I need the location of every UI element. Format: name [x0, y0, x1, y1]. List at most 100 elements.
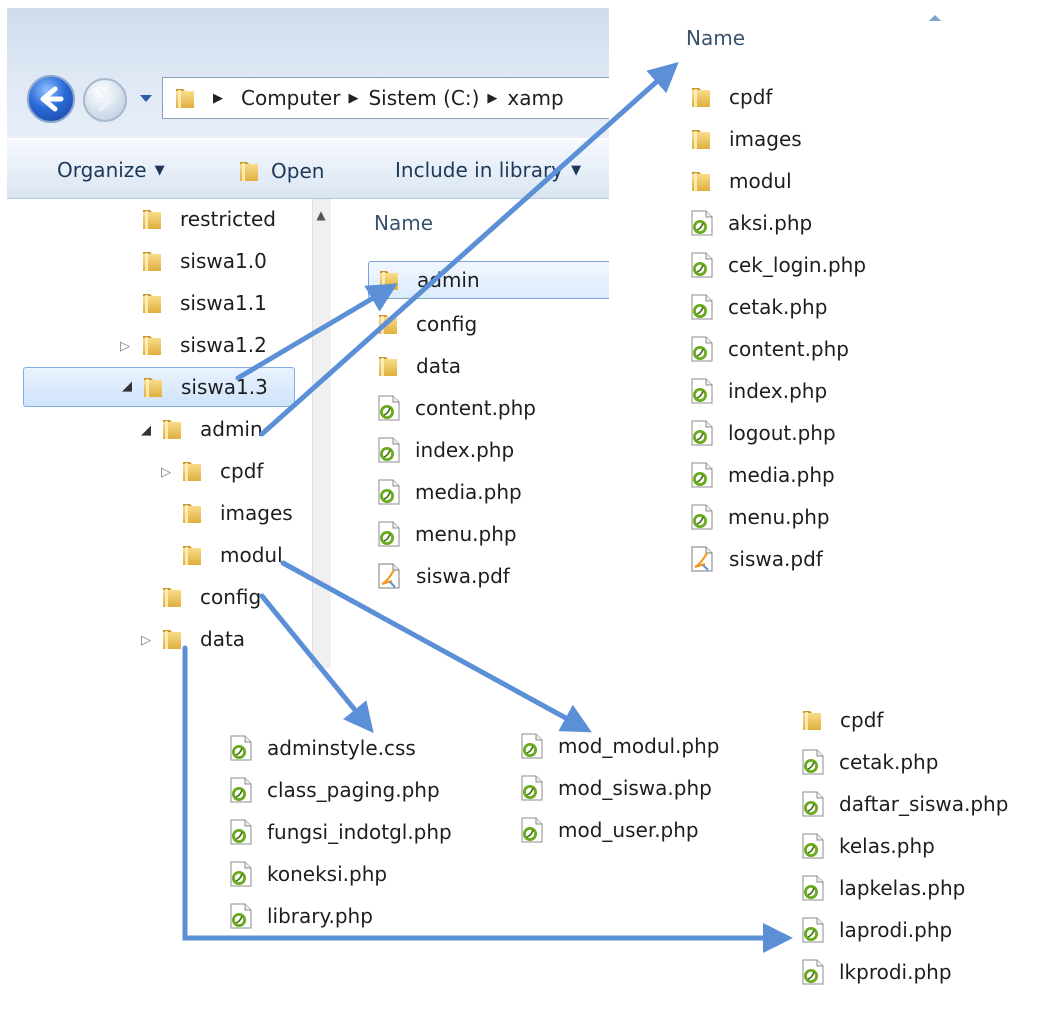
- php-file-icon: [229, 861, 253, 887]
- tree-item-siswa1-2[interactable]: siswa1.2: [140, 327, 267, 363]
- php-file-icon: [801, 917, 825, 943]
- data-item-label: daftar_siswa.php: [839, 792, 1009, 816]
- expand-arrow-icon[interactable]: ▷: [141, 633, 151, 648]
- file-item-label: content.php: [415, 396, 536, 420]
- admin-item-images[interactable]: images: [689, 121, 802, 157]
- data-item-lkprodi-php[interactable]: lkprodi.php: [801, 954, 952, 990]
- folder-icon: [141, 374, 167, 400]
- tree-item-siswa1-3[interactable]: ◢ siswa1.3: [23, 367, 295, 407]
- data-item-cpdf[interactable]: cpdf: [800, 702, 883, 738]
- data-item-laprodi-php[interactable]: laprodi.php: [801, 912, 952, 948]
- tree-item-data[interactable]: data: [160, 621, 245, 657]
- php-file-icon: [229, 777, 253, 803]
- scroll-up-icon[interactable]: ▲: [312, 208, 330, 224]
- php-file-icon: [520, 817, 544, 843]
- name-column-header[interactable]: Name: [374, 211, 433, 235]
- navigation-bar: ▶ Computer ▶ Sistem (C:) ▶ xamp: [7, 8, 609, 138]
- collapse-arrow-icon[interactable]: ◢: [122, 379, 132, 394]
- tree-item-modul[interactable]: modul: [180, 537, 283, 573]
- file-item-admin[interactable]: admin: [368, 261, 609, 299]
- folder-icon: [180, 500, 206, 526]
- include-in-library-button[interactable]: Include in library ▼: [395, 158, 581, 182]
- file-item-content-php[interactable]: content.php: [377, 389, 536, 427]
- tree-item-siswa1-0[interactable]: siswa1.0: [140, 243, 267, 279]
- folder-icon: [376, 353, 402, 379]
- tree-item-label: config: [200, 585, 262, 609]
- admin-item-siswa-pdf[interactable]: siswa.pdf: [689, 541, 823, 577]
- config-item-koneksi-php[interactable]: koneksi.php: [229, 856, 387, 892]
- config-item-class-paging-php[interactable]: class_paging.php: [229, 772, 440, 808]
- modul-item-mod-modul-php[interactable]: mod_modul.php: [520, 728, 719, 764]
- modul-folder-panel: mod_modul.php mod_siswa.php mod_user.php: [512, 716, 750, 862]
- config-item-fungsi-indotgl-php[interactable]: fungsi_indotgl.php: [229, 814, 452, 850]
- modul-item-label: mod_user.php: [558, 818, 699, 842]
- admin-item-content-php[interactable]: content.php: [690, 331, 849, 367]
- back-arrow-icon: [40, 86, 64, 112]
- data-item-cetak-php[interactable]: cetak.php: [801, 744, 938, 780]
- file-item-data[interactable]: data: [376, 347, 461, 385]
- expand-arrow-icon[interactable]: ▷: [161, 465, 171, 480]
- chevron-right-icon: ▶: [487, 90, 498, 106]
- php-file-icon: [690, 336, 714, 362]
- breadcrumb-xampp[interactable]: ▶ xamp: [487, 86, 563, 110]
- tree-item-config[interactable]: config: [160, 579, 261, 615]
- file-item-menu-php[interactable]: menu.php: [377, 515, 517, 553]
- php-file-icon: [690, 462, 714, 488]
- address-bar[interactable]: ▶ Computer ▶ Sistem (C:) ▶ xamp: [162, 77, 609, 119]
- expand-arrow-icon[interactable]: ▷: [120, 339, 130, 354]
- breadcrumb-computer[interactable]: Computer: [241, 86, 340, 110]
- recent-pages-dropdown[interactable]: [139, 94, 153, 104]
- breadcrumb-label: Sistem (C:): [368, 86, 480, 110]
- admin-item-menu-php[interactable]: menu.php: [690, 499, 830, 535]
- tree-item-label: data: [200, 627, 246, 651]
- forward-button[interactable]: [83, 78, 127, 122]
- chevron-right-icon: ▶: [213, 90, 223, 106]
- admin-item-logout-php[interactable]: logout.php: [690, 415, 836, 451]
- name-column-header[interactable]: Name: [686, 26, 745, 50]
- tree-item-restricted[interactable]: restricted: [140, 201, 276, 237]
- breadcrumb-sistem[interactable]: ▶ Sistem (C:): [348, 86, 479, 110]
- open-label: Open: [271, 159, 325, 183]
- data-item-kelas-php[interactable]: kelas.php: [801, 828, 935, 864]
- file-item-siswa-pdf[interactable]: siswa.pdf: [376, 557, 510, 595]
- tree-item-admin[interactable]: admin: [160, 411, 263, 447]
- data-item-lapkelas-php[interactable]: lapkelas.php: [801, 870, 965, 906]
- config-item-adminstyle-css[interactable]: adminstyle.css: [229, 730, 416, 766]
- admin-item-index-php[interactable]: index.php: [690, 373, 827, 409]
- admin-item-media-php[interactable]: media.php: [690, 457, 835, 493]
- php-file-icon: [229, 819, 253, 845]
- modul-item-mod-user-php[interactable]: mod_user.php: [520, 812, 699, 848]
- back-button[interactable]: [27, 75, 75, 123]
- admin-item-label: index.php: [728, 379, 828, 403]
- config-item-label: library.php: [267, 904, 373, 928]
- config-item-library-php[interactable]: library.php: [229, 898, 373, 934]
- pdf-file-icon: [689, 545, 715, 573]
- folder-icon: [377, 267, 403, 293]
- navigation-scrollbar[interactable]: [312, 199, 331, 668]
- file-item-label: siswa.pdf: [416, 564, 510, 588]
- modul-item-mod-siswa-php[interactable]: mod_siswa.php: [520, 770, 712, 806]
- file-item-media-php[interactable]: media.php: [377, 473, 522, 511]
- admin-item-cek-login-php[interactable]: cek_login.php: [690, 247, 866, 283]
- folder-icon: [180, 458, 206, 484]
- organize-button[interactable]: Organize ▼: [57, 158, 165, 182]
- file-item-index-php[interactable]: index.php: [377, 431, 514, 469]
- breadcrumb-root[interactable]: ▶: [213, 91, 233, 106]
- data-item-daftar-siswa-php[interactable]: daftar_siswa.php: [801, 786, 1008, 822]
- admin-item-modul[interactable]: modul: [689, 163, 792, 199]
- collapse-arrow-icon[interactable]: ◢: [141, 423, 151, 438]
- admin-item-cetak-php[interactable]: cetak.php: [690, 289, 827, 325]
- file-item-config[interactable]: config: [376, 305, 477, 343]
- breadcrumb-label: Computer: [241, 86, 341, 110]
- data-item-label: lkprodi.php: [839, 960, 952, 984]
- admin-item-label: cetak.php: [728, 295, 828, 319]
- config-folder-panel: adminstyle.css class_paging.php fungsi_i…: [216, 712, 482, 938]
- admin-item-aksi-php[interactable]: aksi.php: [690, 205, 812, 241]
- folder-icon: [160, 416, 186, 442]
- admin-item-label: cek_login.php: [728, 253, 867, 277]
- tree-item-cpdf[interactable]: cpdf: [180, 453, 263, 489]
- tree-item-images[interactable]: images: [180, 495, 293, 531]
- admin-item-cpdf[interactable]: cpdf: [689, 79, 772, 115]
- open-button[interactable]: Open: [237, 158, 324, 184]
- tree-item-siswa1-1[interactable]: siswa1.1: [140, 285, 267, 321]
